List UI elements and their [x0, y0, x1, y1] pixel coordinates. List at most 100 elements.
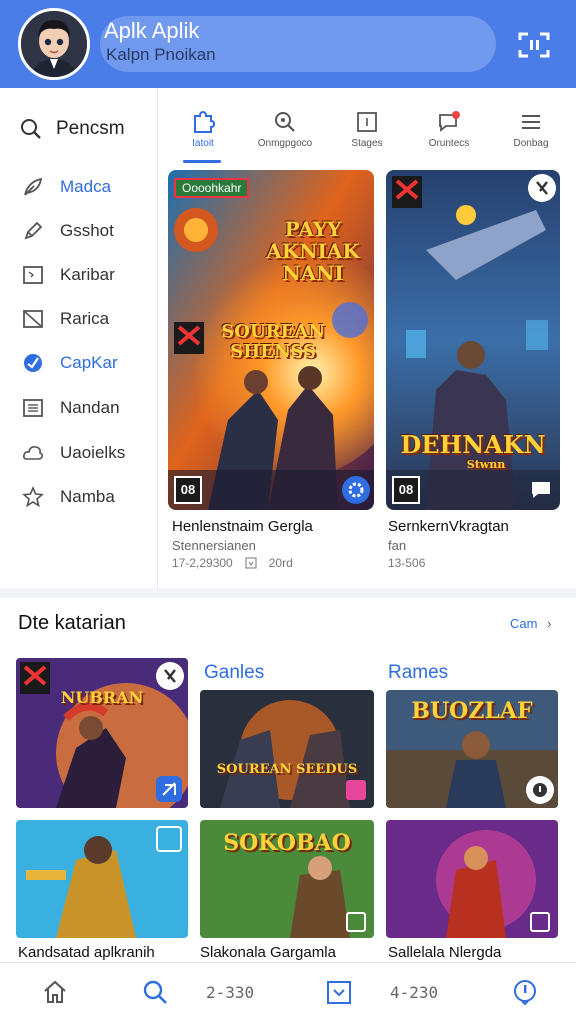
- sidebar-item-label: Uaoielks: [60, 443, 126, 462]
- column-label[interactable]: Rames: [388, 662, 448, 684]
- image-icon: [346, 780, 366, 800]
- tab-label: Iatoit: [192, 138, 214, 149]
- sidebar-item-gsshot[interactable]: Gsshot: [22, 216, 114, 246]
- nav-calendar[interactable]: [326, 975, 352, 1009]
- info-icon[interactable]: [526, 776, 554, 804]
- active-tab-indicator: [183, 160, 221, 163]
- tab-label: Stages: [351, 138, 383, 149]
- scan-icon[interactable]: [516, 30, 552, 60]
- section-title: Dte katarian: [18, 612, 126, 634]
- tab-stages[interactable]: Stages: [326, 104, 408, 166]
- nav-stat[interactable]: 4-230: [390, 975, 438, 1009]
- tab-iatoit[interactable]: Iatoit: [162, 104, 244, 166]
- frame-icon: [23, 266, 43, 284]
- age-rating-badge: 08: [392, 476, 420, 504]
- sidebar-item-nandan[interactable]: Nandan: [22, 393, 120, 423]
- sidebar-search[interactable]: Pencsm: [20, 114, 125, 144]
- game-tile[interactable]: [16, 820, 188, 938]
- calendar-icon: [327, 981, 351, 1004]
- tab-onmgpgoco[interactable]: Onmgpgoco: [244, 104, 326, 166]
- downloads-count: 13-506: [388, 556, 426, 570]
- see-all-label: Cam: [510, 616, 538, 631]
- avatar[interactable]: [18, 8, 90, 80]
- game-tile[interactable]: [386, 820, 558, 938]
- cover-title-art: PAYY AKNIAK NANI: [266, 217, 360, 285]
- search-placeholder: Kalpn Pnoikan: [106, 45, 216, 64]
- close-icon[interactable]: [528, 174, 556, 202]
- bottom-nav: 2-330 4-230: [0, 962, 576, 1024]
- info-icon: [514, 980, 536, 1005]
- feather-icon: [24, 177, 43, 196]
- publisher-logo: [392, 176, 422, 208]
- bookmark-icon[interactable]: [530, 912, 550, 932]
- featured-meta: 17-2,29300 20rd: [172, 556, 293, 570]
- menu-icon: [522, 115, 540, 129]
- star-icon: [22, 486, 44, 508]
- game-tile[interactable]: SOKOBAO: [200, 820, 374, 938]
- see-all-link[interactable]: Cam ›: [510, 616, 551, 631]
- sidebar-item-madca[interactable]: Madca: [22, 172, 111, 202]
- search-icon: [143, 980, 167, 1004]
- tile-caption[interactable]: Sallelala Nlergda: [388, 944, 501, 961]
- sidebar-item-capkar[interactable]: CapKar: [22, 348, 118, 378]
- tile-title-art: SOUREAN SEEDUS: [216, 762, 358, 777]
- publisher-logo: [174, 322, 204, 354]
- settings-icon[interactable]: [342, 476, 370, 504]
- nav-search[interactable]: [142, 975, 168, 1009]
- cover-title-art: DEHNAKN: [400, 430, 546, 459]
- sidebar: Pencsm Madca Gsshot Karibar Rarica CapKa…: [0, 88, 158, 588]
- search-icon: [21, 119, 41, 139]
- nav-stat[interactable]: 2-330: [206, 975, 254, 1009]
- pencil-icon: [24, 221, 43, 240]
- nav-stat-text: 2-330: [206, 982, 255, 1002]
- sidebar-item-label: CapKar: [60, 353, 118, 372]
- tab-label: Oruntecs: [428, 138, 470, 149]
- game-tile[interactable]: BUOZLAF: [386, 690, 558, 808]
- tile-caption[interactable]: Kandsatad aplkranih: [18, 944, 155, 961]
- featured-name[interactable]: SernkernVkragtan: [388, 518, 509, 535]
- game-tile[interactable]: SOUREAN SEEDUS: [200, 690, 374, 808]
- featured-category: Stennersianen: [172, 538, 256, 553]
- cover-subtitle-art: Stwnn: [466, 458, 506, 471]
- game-tile[interactable]: NUBRAN: [16, 658, 188, 808]
- file-size: 20rd: [268, 556, 293, 570]
- sidebar-item-namba[interactable]: Namba: [22, 482, 115, 512]
- featured-name[interactable]: Henlenstnaim Gergla: [172, 518, 313, 535]
- home-icon: [44, 980, 66, 1003]
- sidebar-search-label: Pencsm: [56, 118, 125, 139]
- download-icon: [245, 557, 257, 569]
- chevron-right-icon: ›: [547, 616, 552, 631]
- nav-home[interactable]: [42, 975, 68, 1009]
- featured-card[interactable]: DEHNAKN Stwnn 08: [386, 170, 560, 510]
- nav-stat-text: 4-230: [390, 982, 439, 1002]
- bookmark-icon[interactable]: [346, 912, 366, 932]
- list-icon: [23, 399, 43, 417]
- nav-info[interactable]: [512, 975, 538, 1009]
- check-badge-icon: [24, 354, 42, 372]
- sidebar-item-label: Nandan: [60, 398, 120, 417]
- cover-subtitle-art: SOUREAN SHENSS: [221, 321, 325, 362]
- sidebar-item-label: Rarica: [60, 309, 110, 328]
- tab-label: Donbag: [513, 138, 549, 149]
- featured-category: fan: [388, 538, 407, 553]
- age-rating-badge: 08: [174, 476, 202, 504]
- close-icon[interactable]: [156, 662, 184, 690]
- board-icon: [357, 112, 377, 132]
- tile-title-art: NUBRAN: [60, 688, 144, 707]
- downloads-count: 17-2,29300: [172, 556, 233, 570]
- tile-title-art: SOKOBAO: [223, 830, 351, 856]
- tab-oruntecs[interactable]: Oruntecs: [408, 104, 490, 166]
- comment-icon[interactable]: [530, 480, 552, 500]
- sidebar-item-karibar[interactable]: Karibar: [22, 260, 115, 290]
- featured-card[interactable]: Oooohkahr PAYY AKNIAK NANI SOUREAN SHENS…: [168, 170, 374, 510]
- column-label[interactable]: Ganles: [204, 662, 264, 684]
- share-icon[interactable]: [156, 776, 182, 802]
- sidebar-item-uaoielks[interactable]: Uaoielks: [22, 438, 125, 468]
- sidebar-item-rarica[interactable]: Rarica: [22, 304, 109, 334]
- bookmark-icon[interactable]: [156, 826, 182, 852]
- tile-caption[interactable]: Slakonala Gargamla: [200, 944, 336, 961]
- sidebar-item-label: Madca: [60, 177, 112, 196]
- search-tag-icon: [275, 112, 295, 132]
- sidebar-item-label: Namba: [60, 487, 115, 506]
- tab-donbag[interactable]: Donbag: [490, 104, 572, 166]
